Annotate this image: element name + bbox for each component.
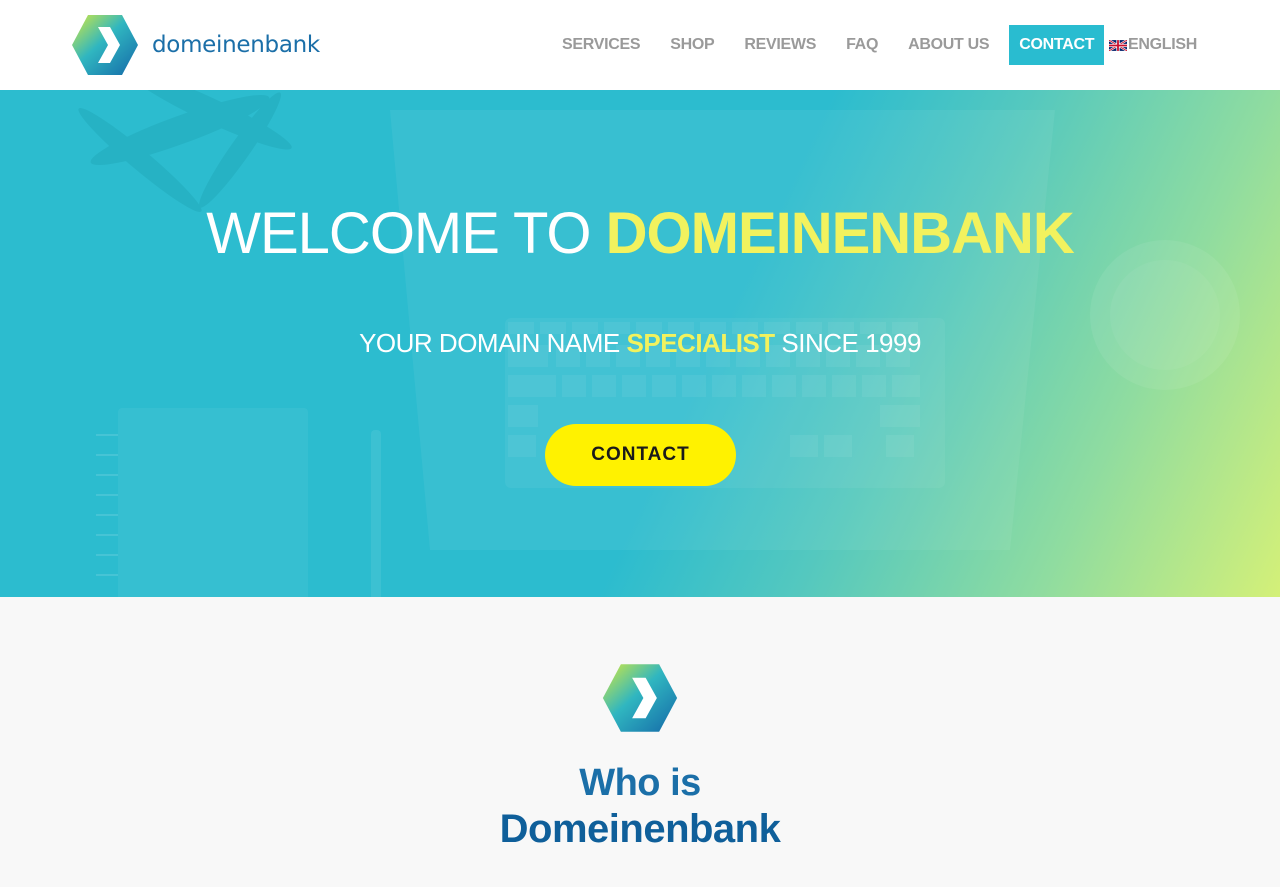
domeinenbank-logo-icon: [602, 664, 678, 732]
hero-banner: WELCOME TO DOMEINENBANK YOUR DOMAIN NAME…: [0, 90, 1280, 597]
about-section: Who is Domeinenbank: [0, 597, 1280, 887]
hero-subtitle: YOUR DOMAIN NAME SPECIALIST SINCE 1999: [0, 328, 1280, 359]
nav-item-contact[interactable]: CONTACT: [1009, 25, 1105, 65]
nav-item-about-us[interactable]: ABOUT US: [898, 25, 999, 65]
hero-contact-button[interactable]: CONTACT: [545, 424, 736, 486]
hero-title-accent: DOMEINENBANK: [605, 201, 1075, 266]
language-selector[interactable]: ENGLISH: [1109, 25, 1197, 65]
nav-item-shop[interactable]: SHOP: [660, 25, 724, 65]
site-logo[interactable]: domeinenbank: [70, 13, 320, 77]
hero-subtitle-accent: SPECIALIST: [626, 328, 776, 358]
nav-item-reviews[interactable]: REVIEWS: [734, 25, 826, 65]
main-nav: SERVICES SHOP REVIEWS FAQ ABOUT US CONTA…: [552, 25, 1114, 65]
language-label: ENGLISH: [1128, 36, 1198, 53]
domeinenbank-logo-icon: [72, 15, 138, 75]
logo-wordmark: domeinenbank: [152, 32, 320, 58]
hero-title-prefix: WELCOME TO: [206, 201, 606, 266]
hero-subtitle-prefix: YOUR DOMAIN NAME: [359, 328, 627, 358]
site-header: domeinenbank SERVICES SHOP REVIEWS FAQ A…: [0, 0, 1280, 90]
uk-flag-icon: [1109, 39, 1127, 51]
about-heading-line2: Domeinenbank: [499, 807, 781, 851]
nav-item-faq[interactable]: FAQ: [836, 25, 888, 65]
nav-item-services[interactable]: SERVICES: [552, 25, 650, 65]
hero-subtitle-suffix: SINCE 1999: [774, 328, 921, 358]
hero-title: WELCOME TO DOMEINENBANK: [0, 200, 1280, 267]
about-heading-line1: Who is: [579, 762, 701, 804]
